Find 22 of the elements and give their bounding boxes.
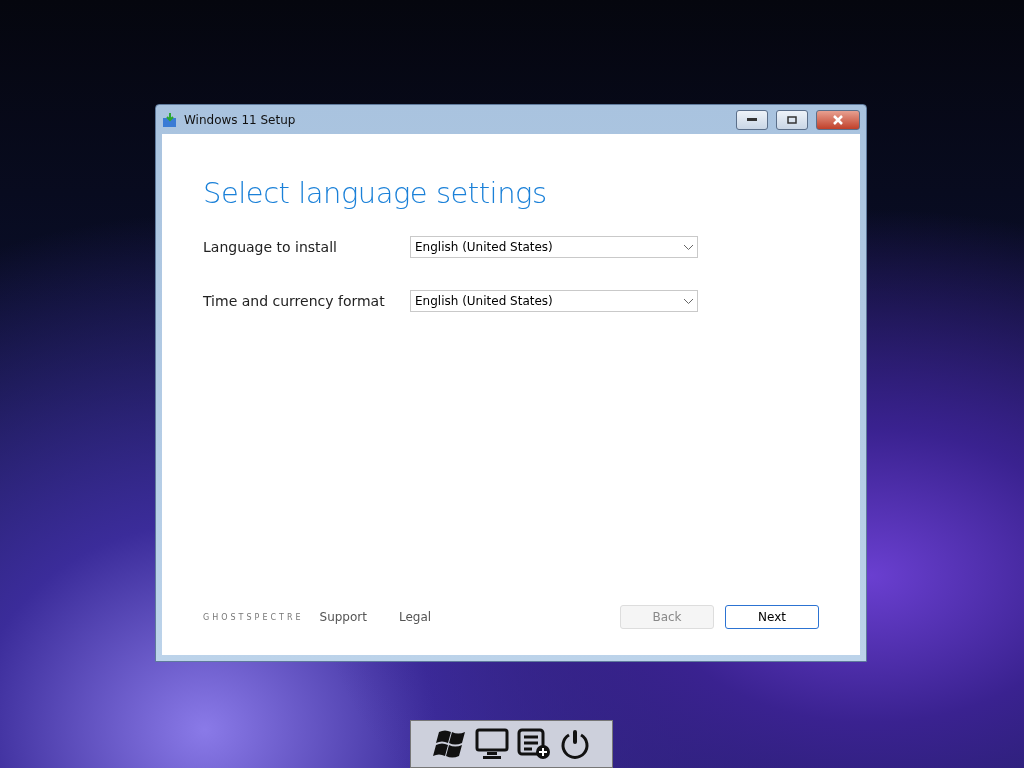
- nav-button[interactable]: Next: [725, 605, 819, 629]
- minimize-icon: [747, 117, 757, 122]
- footer-link[interactable]: Legal: [398, 610, 432, 624]
- maximize-button[interactable]: [776, 109, 808, 130]
- window-title: Windows 11 Setup: [184, 112, 297, 127]
- flag-icon[interactable]: [432, 729, 467, 759]
- footer-link[interactable]: Support: [319, 610, 367, 624]
- field-label: Time and currency format: [203, 293, 386, 309]
- brand-logo: GHOSTSPECTRE: [203, 612, 304, 622]
- minimize-button[interactable]: [736, 109, 768, 130]
- close-button[interactable]: [816, 109, 860, 130]
- field-label: Language to install: [203, 239, 338, 255]
- language-dropdown[interactable]: English (United States): [410, 290, 698, 312]
- close-icon: [832, 114, 844, 125]
- chevron-icon: [684, 298, 693, 304]
- monitor-icon[interactable]: [474, 728, 509, 760]
- chevron-icon: [684, 244, 693, 250]
- language-dropdown[interactable]: English (United States): [410, 236, 698, 258]
- page-heading: Select language settings: [203, 176, 548, 210]
- setup-icon: [162, 111, 178, 128]
- maximize-icon: [787, 115, 797, 124]
- list-add-icon[interactable]: [516, 728, 551, 760]
